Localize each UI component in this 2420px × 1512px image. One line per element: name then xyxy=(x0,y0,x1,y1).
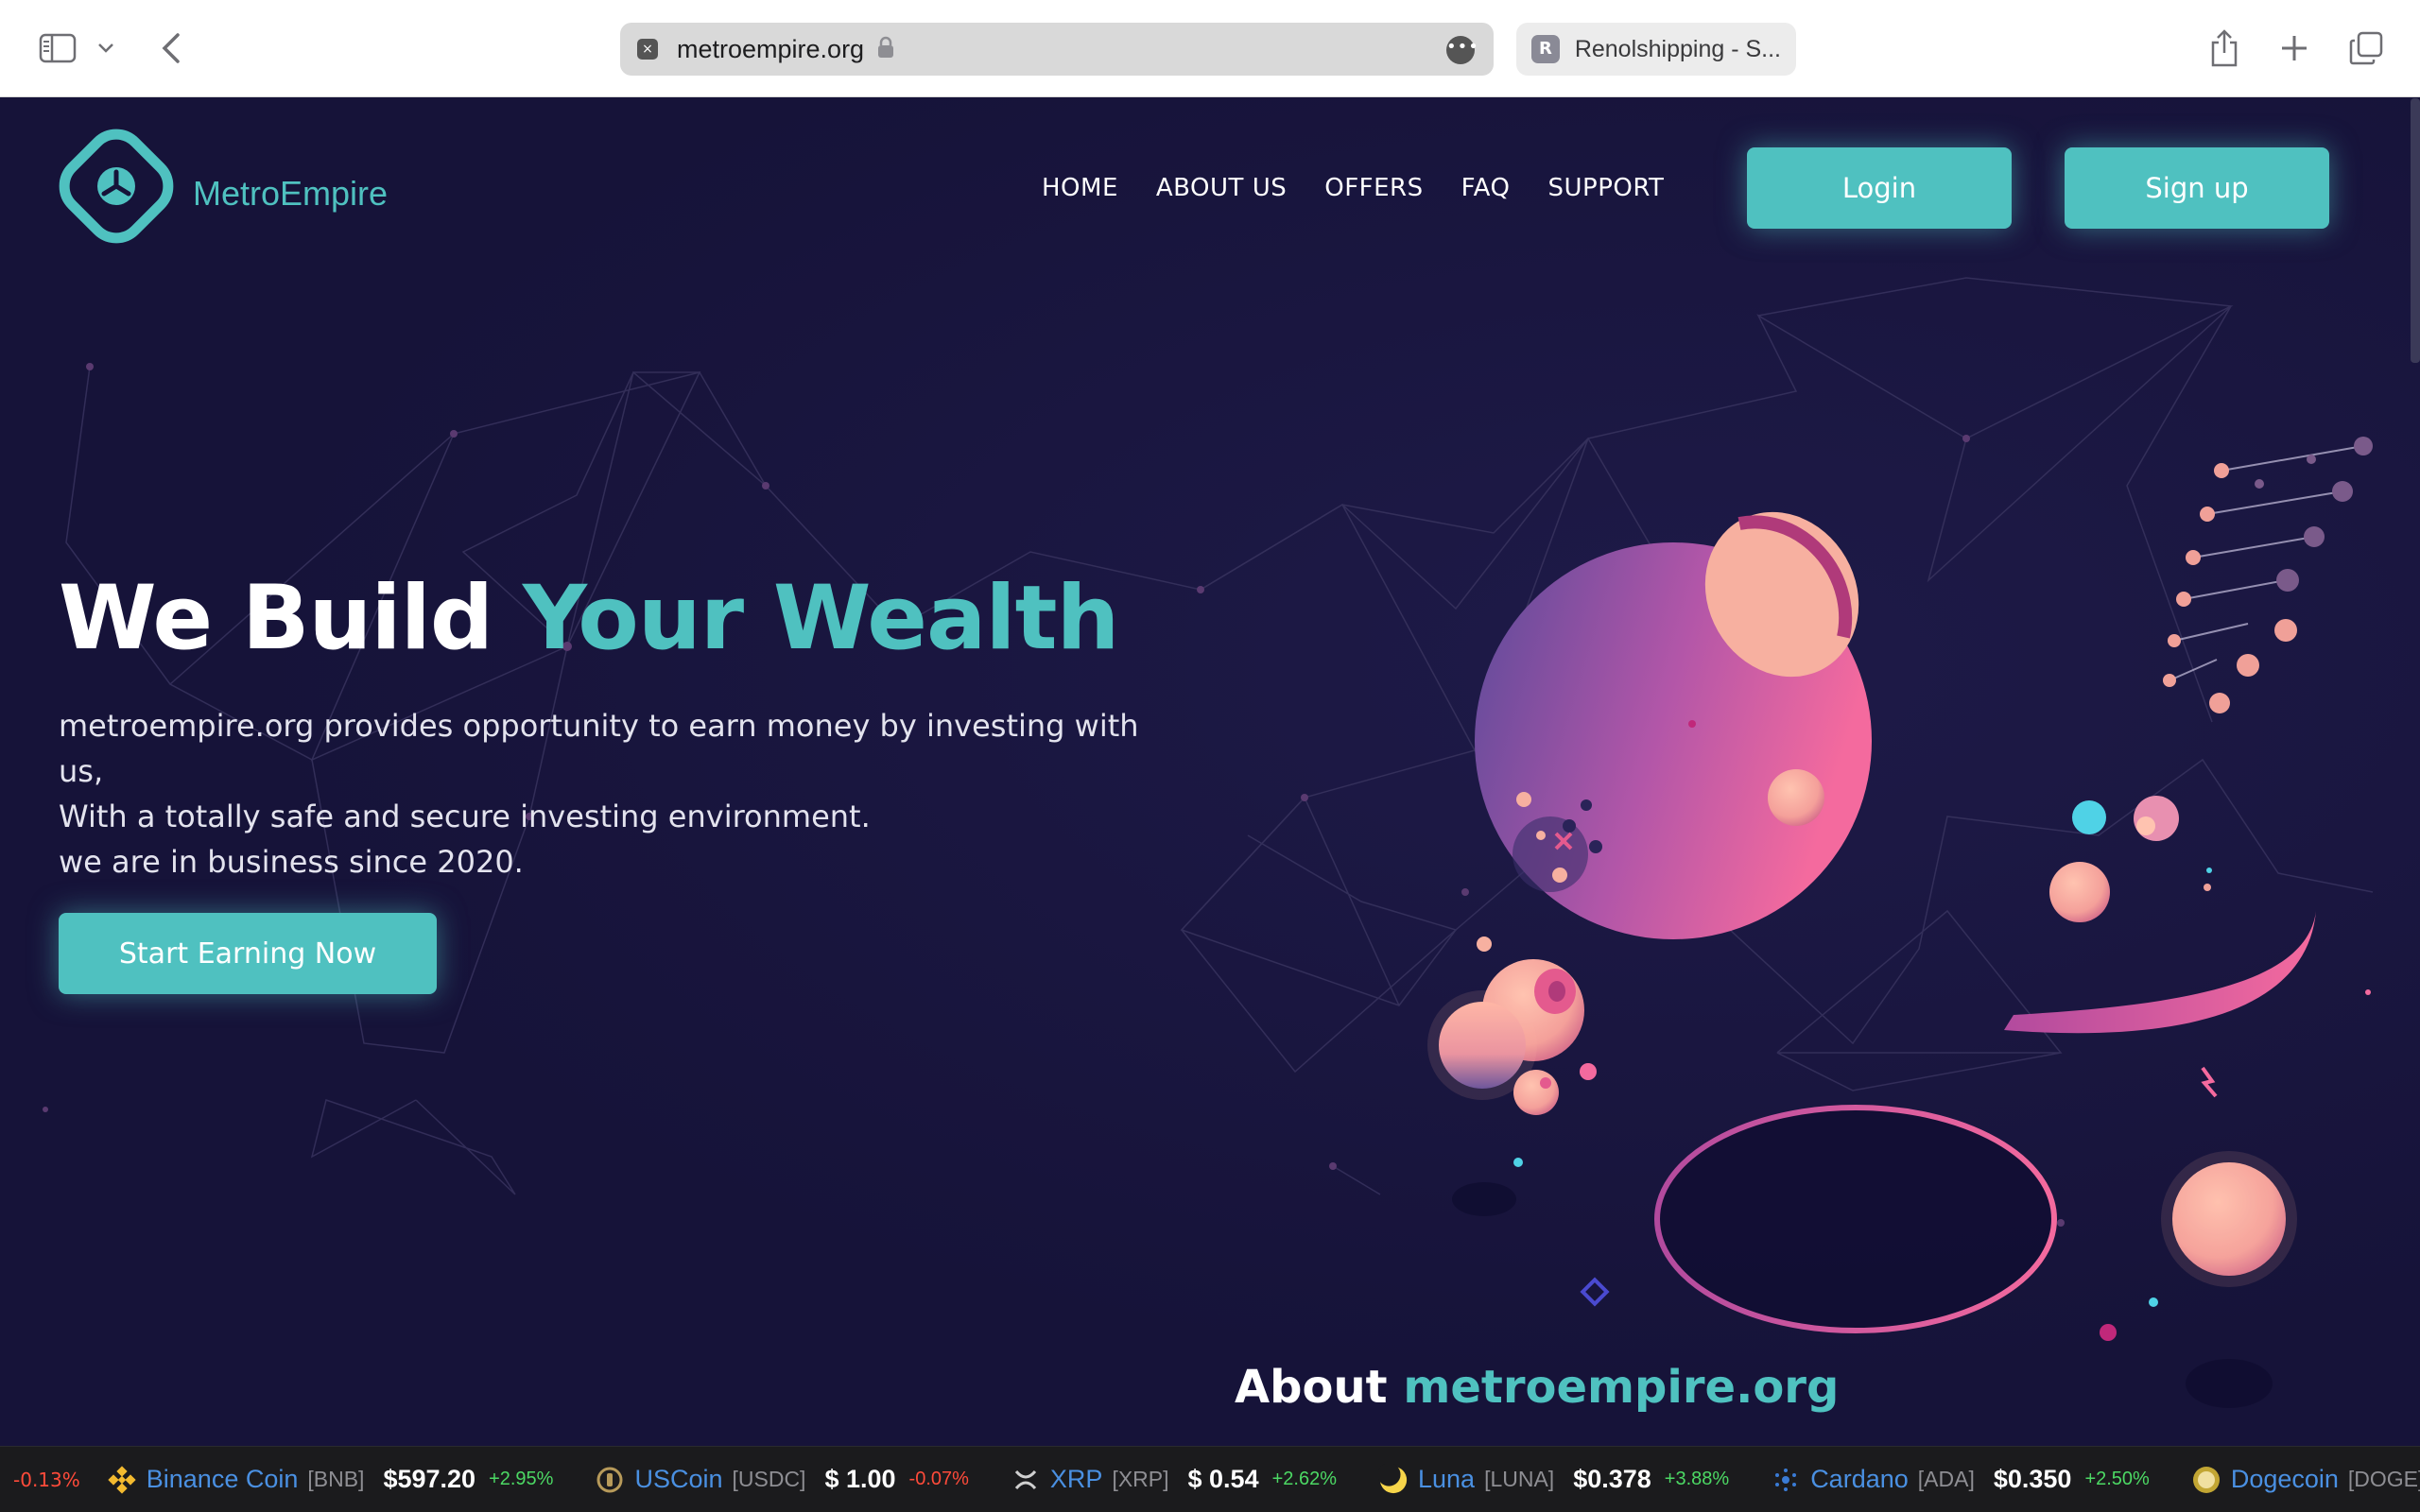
ticker-name: Dogecoin xyxy=(2230,1465,2339,1493)
browser-toolbar: × metroempire.org ••• R Renolshipping - … xyxy=(0,0,2420,97)
ticker-item[interactable]: XRP [XRP] $ 0.54 +2.62% xyxy=(1011,1465,1378,1495)
ticker-symbol: [LUNA] xyxy=(1484,1467,1555,1491)
ticker-symbol: [DOGE] xyxy=(2347,1467,2420,1491)
cardano-icon xyxy=(1771,1465,1801,1495)
ticker-symbol: [USDC] xyxy=(732,1467,806,1491)
lock-icon xyxy=(877,36,894,62)
ticker-item[interactable]: Binance Coin [BNB] $597.20 +2.95% xyxy=(107,1465,596,1495)
ticker-name: Cardano xyxy=(1810,1465,1909,1493)
tab-renolshipping[interactable]: R Renolshipping - S... xyxy=(1516,23,1796,76)
address-bar[interactable]: × metroempire.org ••• xyxy=(620,23,1494,76)
ticker-name: Binance Coin xyxy=(146,1465,299,1493)
url-text: metroempire.org xyxy=(677,34,865,63)
ticker-name: Luna xyxy=(1417,1465,1476,1493)
main-nav: HOME ABOUT US OFFERS FAQ SUPPORT xyxy=(1042,174,1702,202)
nav-support[interactable]: SUPPORT xyxy=(1547,174,1664,202)
sidebar-toggle-icon[interactable] xyxy=(36,26,79,70)
ticker-item[interactable]: Luna [LUNA] $0.378 +3.88% xyxy=(1377,1463,1771,1495)
hero-line: With a totally safe and secure investing… xyxy=(59,799,871,834)
ticker-name: XRP xyxy=(1049,1465,1103,1493)
web-page: MetroEmpire HOME ABOUT US OFFERS FAQ SUP… xyxy=(0,98,2420,1512)
hero-title-plain: We Build xyxy=(59,567,523,670)
ticker-price: $0.378 xyxy=(1573,1465,1651,1493)
chevron-down-icon[interactable] xyxy=(87,26,125,70)
back-icon[interactable] xyxy=(149,26,193,70)
ticker-symbol: [ADA] xyxy=(1917,1467,1975,1491)
brand-name: MetroEmpire xyxy=(193,174,389,213)
luna-icon xyxy=(1377,1463,1409,1495)
tab-favicon-icon: R xyxy=(1531,35,1560,63)
usdc-icon xyxy=(595,1465,625,1495)
ticker-change: -0.07% xyxy=(908,1469,969,1489)
ticker-price: $0.350 xyxy=(1993,1465,2072,1493)
dogecoin-icon xyxy=(2191,1465,2221,1495)
nav-faq[interactable]: FAQ xyxy=(1461,174,1511,202)
hero-description: metroempire.org provides opportunity to … xyxy=(59,703,1174,885)
ticker-price: $ 0.54 xyxy=(1187,1465,1259,1493)
space-illustration xyxy=(1427,437,2373,1408)
nav-about-us[interactable]: ABOUT US xyxy=(1156,174,1287,202)
hero-line: metroempire.org provides opportunity to … xyxy=(59,708,1139,789)
page-menu-icon[interactable]: ••• xyxy=(1446,36,1478,64)
site-favicon-icon: × xyxy=(637,39,658,60)
ticker-item[interactable]: Cardano [ADA] $0.350 +2.50% xyxy=(1771,1465,2191,1495)
ticker-symbol: [XRP] xyxy=(1112,1467,1169,1491)
xrp-icon xyxy=(1011,1465,1041,1495)
ticker-change: -0.13% xyxy=(13,1468,80,1491)
nav-home[interactable]: HOME xyxy=(1042,174,1118,202)
ticker-item[interactable]: Dogecoin [DOGE] xyxy=(2191,1465,2420,1495)
ticker-symbol: [BNB] xyxy=(307,1467,365,1491)
new-tab-icon[interactable] xyxy=(2273,26,2316,70)
ticker-price: $ 1.00 xyxy=(824,1465,896,1493)
hero-title: We Build Your Wealth xyxy=(59,567,1120,670)
dna-strand xyxy=(2163,437,2373,713)
hero-line: we are in business since 2020. xyxy=(59,844,524,880)
ticker-change: +3.88% xyxy=(1664,1469,1730,1489)
ticker-change: +2.95% xyxy=(489,1469,554,1489)
crypto-ticker: -0.13% Binance Coin [BNB] $597.20 +2.95%… xyxy=(0,1446,2420,1512)
about-title: About metroempire.org xyxy=(1235,1361,1839,1414)
start-earning-button[interactable]: Start Earning Now xyxy=(59,913,437,994)
about-title-plain: About xyxy=(1235,1361,1404,1414)
binance-icon xyxy=(107,1465,137,1495)
ticker-price: $597.20 xyxy=(383,1465,476,1493)
login-button[interactable]: Login xyxy=(1747,147,2012,229)
ticker-name: USCoin xyxy=(634,1465,723,1493)
ticker-change: +2.62% xyxy=(1271,1469,1337,1489)
tab-title: Renolshipping - S... xyxy=(1574,35,1781,62)
ticker-change: +2.50% xyxy=(2084,1469,2150,1489)
about-title-accent: metroempire.org xyxy=(1403,1361,1840,1414)
tab-overview-icon[interactable] xyxy=(2344,26,2388,70)
logo[interactable]: MetroEmpire xyxy=(55,125,388,248)
hero-title-accent: Your Wealth xyxy=(522,567,1120,670)
logo-icon xyxy=(59,129,174,244)
nav-offers[interactable]: OFFERS xyxy=(1324,174,1423,202)
signup-button[interactable]: Sign up xyxy=(2065,147,2329,229)
share-icon[interactable] xyxy=(2203,26,2246,70)
ticker-item[interactable]: USCoin [USDC] $ 1.00 -0.07% xyxy=(595,1465,1010,1495)
